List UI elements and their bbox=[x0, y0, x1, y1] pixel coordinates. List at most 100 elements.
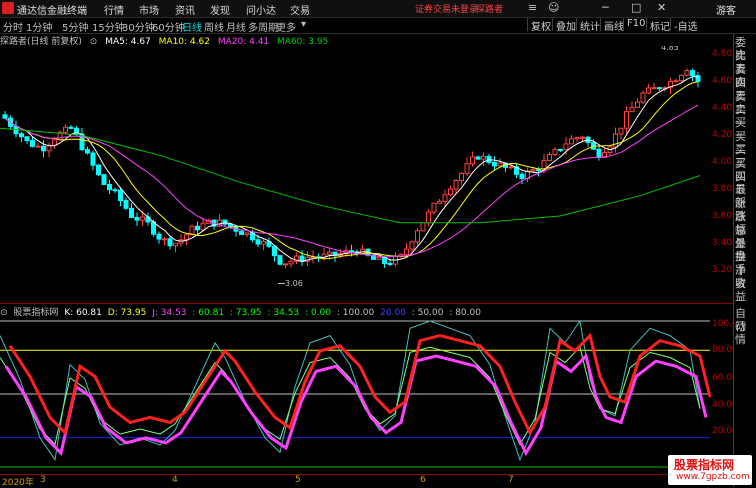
candle-body bbox=[107, 183, 112, 191]
toolbar-watchlist[interactable]: -自选 bbox=[670, 18, 698, 33]
candle-body bbox=[112, 189, 118, 192]
menu-item-trade[interactable]: 交易 bbox=[290, 2, 310, 17]
price-axis-label: 4.60 bbox=[712, 76, 733, 86]
candle-body bbox=[123, 200, 129, 209]
kline-chart[interactable]: 4.85 3.06 bbox=[0, 46, 733, 474]
menu-item-quotes[interactable]: 行情 bbox=[104, 2, 124, 17]
candle-body bbox=[239, 230, 244, 235]
period-tab-15min[interactable]: 15分钟 bbox=[92, 19, 125, 34]
candle-body bbox=[277, 255, 283, 265]
period-tab-monthly[interactable]: 月线 bbox=[226, 19, 246, 34]
candle-body bbox=[690, 70, 695, 77]
toolbar-draw[interactable]: 画线 bbox=[600, 18, 624, 33]
candle-body bbox=[19, 133, 24, 138]
toolbar-statistics[interactable]: 统计 bbox=[576, 18, 600, 33]
candle-body bbox=[387, 262, 393, 265]
candle-body bbox=[547, 154, 552, 161]
candle-body bbox=[140, 216, 145, 221]
period-tab-5min[interactable]: 5分钟 bbox=[62, 19, 88, 34]
menu-icon[interactable]: ≡ bbox=[528, 1, 537, 14]
period-tab-daily[interactable]: 日线 bbox=[182, 19, 202, 34]
period-tab-60min[interactable]: 60分钟 bbox=[152, 19, 185, 34]
period-tab-30min[interactable]: 30分钟 bbox=[122, 19, 155, 34]
candle-body bbox=[283, 263, 288, 266]
candle-body bbox=[2, 114, 8, 119]
price-axis-label: 4.20 bbox=[712, 130, 733, 140]
candle-body bbox=[376, 256, 382, 260]
candle-body bbox=[470, 156, 475, 165]
kdj-line1-value: : 60.81 bbox=[192, 308, 225, 318]
time-axis-label: 2020年 bbox=[2, 478, 34, 488]
candle-body bbox=[415, 230, 420, 243]
high-price-label: 4.85 bbox=[661, 46, 679, 52]
candle-body bbox=[24, 136, 30, 141]
toolbar-overlay[interactable]: 叠加 bbox=[552, 18, 576, 33]
price-axis-label: 4.40 bbox=[712, 103, 733, 113]
candle-body bbox=[382, 256, 387, 264]
candle-body bbox=[563, 143, 569, 151]
time-axis-label: 4 bbox=[172, 475, 178, 485]
toolbar-restore-rights[interactable]: 复权 bbox=[527, 18, 551, 33]
user-icon[interactable]: ☺ bbox=[548, 1, 559, 14]
time-axis-label: 6 bbox=[420, 475, 426, 485]
menu-item-market[interactable]: 市场 bbox=[139, 2, 159, 17]
candle-body bbox=[492, 161, 497, 167]
main-price-chart: 4.85 3.06 bbox=[0, 46, 701, 288]
quote-panel-item: 收益 bbox=[735, 277, 746, 304]
candle-body bbox=[673, 80, 679, 83]
candle-body bbox=[618, 127, 624, 135]
close-icon[interactable]: ✕ bbox=[657, 1, 666, 14]
maximize-icon[interactable]: □ bbox=[631, 1, 641, 14]
candle-body bbox=[519, 173, 525, 180]
candle-body bbox=[420, 222, 426, 232]
watermark-title: 股票指标网 bbox=[674, 458, 735, 472]
menu-item-ask[interactable]: 问小达 bbox=[246, 2, 276, 17]
login-status[interactable]: 证券交易未登录 bbox=[415, 2, 478, 15]
ma5-line bbox=[4, 76, 698, 262]
period-tab-intraday[interactable]: 分时 bbox=[3, 19, 23, 34]
candle-body bbox=[288, 260, 294, 265]
menu-item-discover[interactable]: 发现 bbox=[210, 2, 230, 17]
minimize-icon[interactable]: ─ bbox=[602, 1, 609, 14]
candle-body bbox=[129, 207, 134, 218]
candle-body bbox=[101, 174, 107, 185]
candle-body bbox=[349, 250, 354, 253]
candle-body bbox=[651, 87, 657, 90]
candle-body bbox=[679, 74, 684, 82]
chevron-down-icon[interactable]: ▾ bbox=[301, 19, 306, 30]
panel-toggle-item[interactable]: 行情 bbox=[735, 320, 756, 346]
period-tab-1min[interactable]: 1分钟 bbox=[26, 19, 52, 34]
price-axis-label: 3.40 bbox=[712, 238, 733, 248]
candle-body bbox=[195, 225, 200, 231]
app-logo-icon bbox=[2, 2, 14, 14]
kdj-line3-value: : 34.53 bbox=[267, 308, 300, 318]
guest-label[interactable]: 游客 bbox=[716, 2, 736, 17]
time-axis bbox=[0, 474, 733, 488]
candle-body bbox=[580, 136, 585, 139]
candle-body bbox=[442, 194, 448, 202]
candle-body bbox=[118, 189, 123, 202]
candle-body bbox=[167, 238, 173, 247]
candle-body bbox=[162, 238, 167, 241]
candle-body bbox=[68, 126, 74, 129]
period-tab-multi[interactable]: 多周期 bbox=[248, 19, 278, 34]
price-axis-label: 3.20 bbox=[712, 265, 733, 275]
menu-item-news[interactable]: 资讯 bbox=[175, 2, 195, 17]
candle-body bbox=[30, 139, 35, 147]
candle-body bbox=[35, 145, 41, 148]
price-axis-label: 3.60 bbox=[712, 211, 733, 221]
candle-body bbox=[244, 232, 250, 235]
period-tab-more[interactable]: 更多 bbox=[276, 19, 296, 34]
stock-name-link[interactable]: 探路者 bbox=[476, 2, 503, 15]
toolbar-mark[interactable]: 标记 bbox=[646, 18, 670, 33]
candle-body bbox=[409, 241, 415, 250]
time-axis-label: 5 bbox=[295, 475, 301, 485]
settings-icon[interactable]: ⊙ bbox=[0, 308, 8, 318]
price-axis-label: 3.80 bbox=[712, 184, 733, 194]
candle-body bbox=[596, 148, 602, 158]
app-title: 通达信金融终端 bbox=[17, 6, 87, 17]
kdj-line8-value: : 80.00 bbox=[449, 308, 481, 318]
kdj-line2-value: : 73.95 bbox=[229, 308, 262, 318]
period-tab-weekly[interactable]: 周线 bbox=[204, 19, 224, 34]
toolbar-f10[interactable]: F10 bbox=[623, 18, 645, 31]
